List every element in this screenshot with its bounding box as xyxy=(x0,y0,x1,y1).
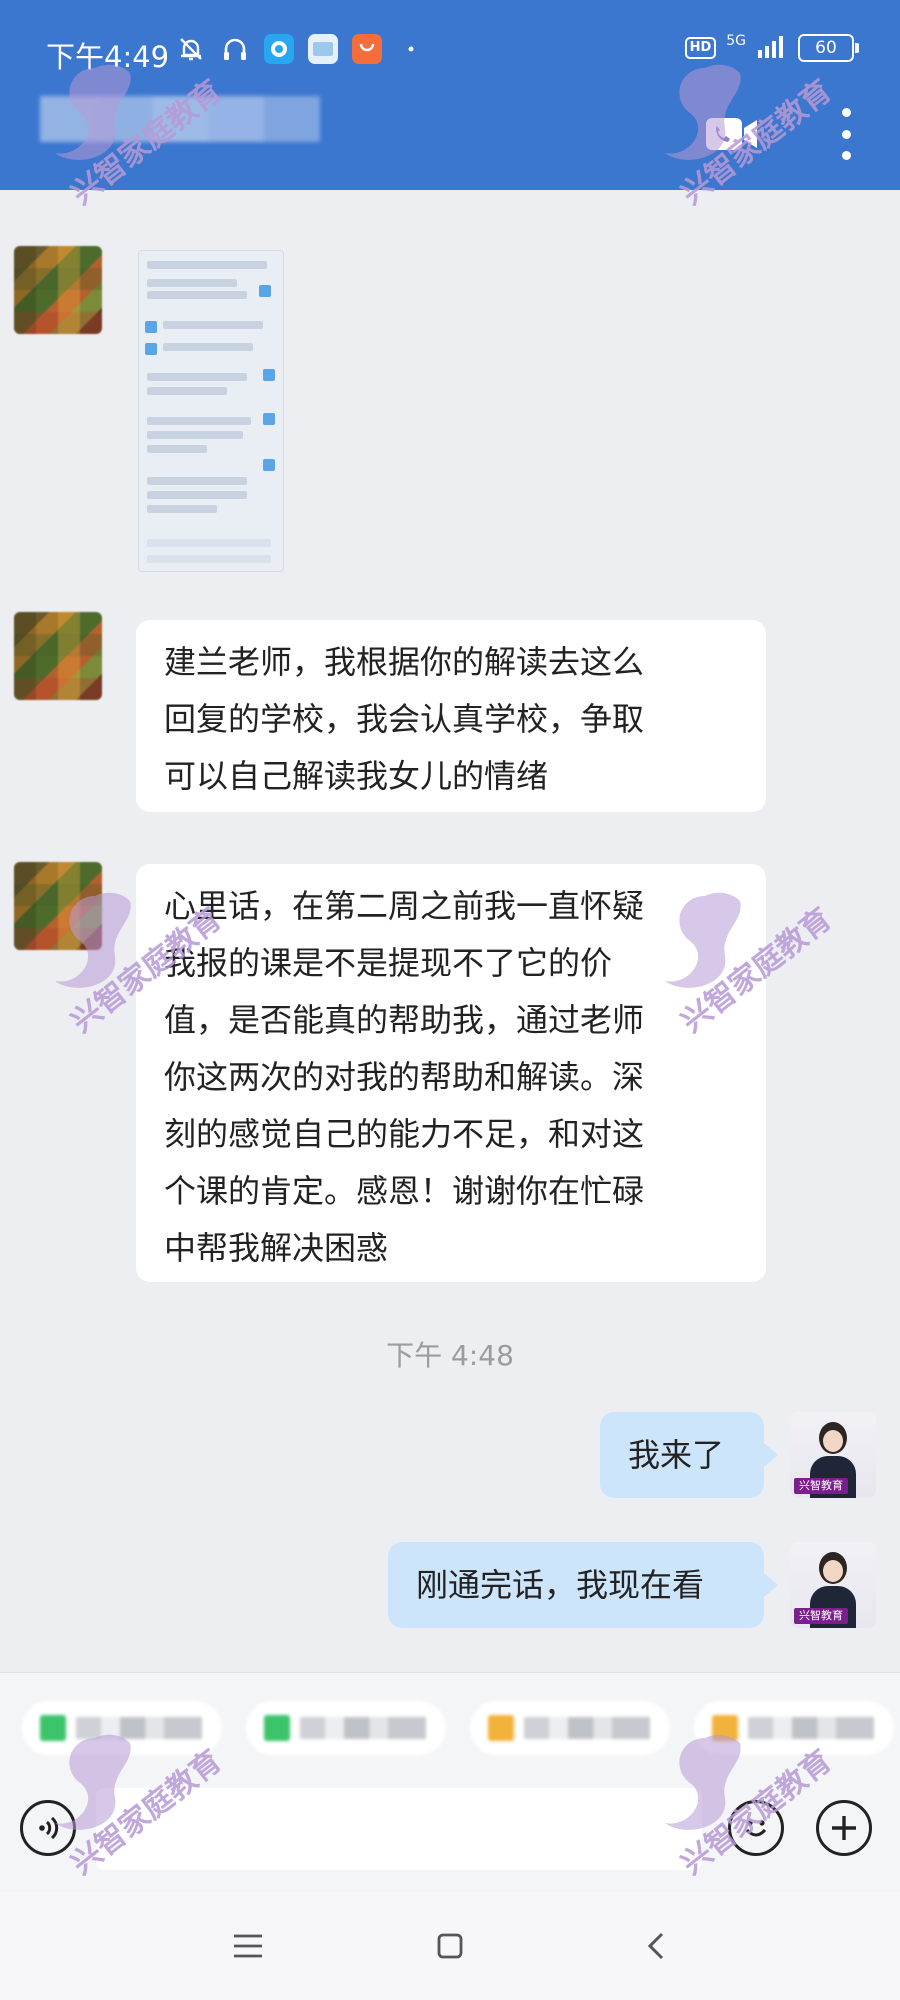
app-icon-store xyxy=(352,34,382,64)
contact-avatar[interactable] xyxy=(14,246,102,334)
video-call-button[interactable] xyxy=(704,114,760,154)
voice-input-button[interactable] xyxy=(20,1800,76,1856)
status-time: 下午4:49 xyxy=(46,40,170,74)
plus-icon xyxy=(832,1816,856,1840)
my-avatar[interactable]: 兴智教育 xyxy=(790,1412,876,1498)
headphones-icon xyxy=(220,34,250,64)
add-attachment-button[interactable] xyxy=(816,1800,872,1856)
contact-avatar[interactable] xyxy=(14,862,102,950)
message-bubble[interactable]: 心里话，在第二周之前我一直怀疑 我报的课是不是提现不了它的价 值，是否能真的帮助… xyxy=(136,864,766,1282)
image-message-thumbnail[interactable] xyxy=(138,250,284,572)
quick-reply-chip[interactable] xyxy=(246,1701,446,1755)
message-text: 心里话，在第二周之前我一直怀疑 我报的课是不是提现不了它的价 值，是否能真的帮助… xyxy=(164,887,645,1267)
message-text: 刚通完话，我现在看 xyxy=(416,1566,705,1604)
voice-icon xyxy=(39,1816,59,1840)
status-notification-icons xyxy=(176,34,426,64)
chat-header: 下午4:49 HD 5G 60 xyxy=(0,0,900,190)
menu-nav-button[interactable] xyxy=(230,1928,266,1964)
signal-icon xyxy=(756,34,788,62)
more-dot-icon xyxy=(841,151,851,160)
quick-reply-chip[interactable] xyxy=(22,1701,222,1755)
more-dot-icon xyxy=(841,129,851,139)
message-text: 我来了 xyxy=(628,1436,725,1474)
my-message-bubble[interactable]: 刚通完话，我现在看 xyxy=(388,1542,778,1628)
chat-input-row xyxy=(0,1788,900,1892)
dot-icon xyxy=(396,34,426,64)
home-nav-button[interactable] xyxy=(432,1928,468,1964)
menu-icon xyxy=(234,1934,262,1958)
chevron-left-icon xyxy=(647,1932,664,1960)
avatar-tag: 兴智教育 xyxy=(794,1608,848,1624)
app-icon-mail xyxy=(308,34,338,64)
square-icon xyxy=(437,1933,463,1959)
contact-avatar[interactable] xyxy=(14,612,102,700)
network-type: 5G xyxy=(726,33,746,49)
message-timestamp: 下午 4:48 xyxy=(386,1339,514,1372)
my-message-bubble[interactable]: 我来了 xyxy=(600,1412,778,1498)
back-nav-button[interactable] xyxy=(638,1928,674,1964)
message-input[interactable] xyxy=(96,1788,702,1870)
emoji-button[interactable] xyxy=(728,1800,784,1856)
quick-reply-bar xyxy=(0,1672,900,1789)
hd-badge: HD xyxy=(684,37,717,59)
app-icon-blue xyxy=(264,34,294,64)
my-avatar[interactable]: 兴智教育 xyxy=(790,1542,876,1628)
chat-title-blurred xyxy=(40,96,320,142)
system-nav-bar xyxy=(0,1892,900,2000)
message-bubble[interactable]: 建兰老师，我根据你的解读去这么 回复的学校，我会认真学校，争取 可以自己解读我女… xyxy=(136,620,766,812)
avatar-tag: 兴智教育 xyxy=(794,1478,848,1494)
status-right: HD 5G 60 xyxy=(684,33,859,62)
message-text: 建兰老师，我根据你的解读去这么 回复的学校，我会认真学校，争取 可以自己解读我女… xyxy=(164,643,645,795)
battery-icon: 60 xyxy=(798,34,859,62)
quick-reply-chip[interactable] xyxy=(694,1701,894,1755)
more-dot-icon xyxy=(841,108,851,117)
quick-reply-chip[interactable] xyxy=(470,1701,670,1755)
bell-muted-icon xyxy=(176,34,206,64)
smile-icon xyxy=(745,1820,767,1837)
more-options-button[interactable] xyxy=(836,108,856,160)
